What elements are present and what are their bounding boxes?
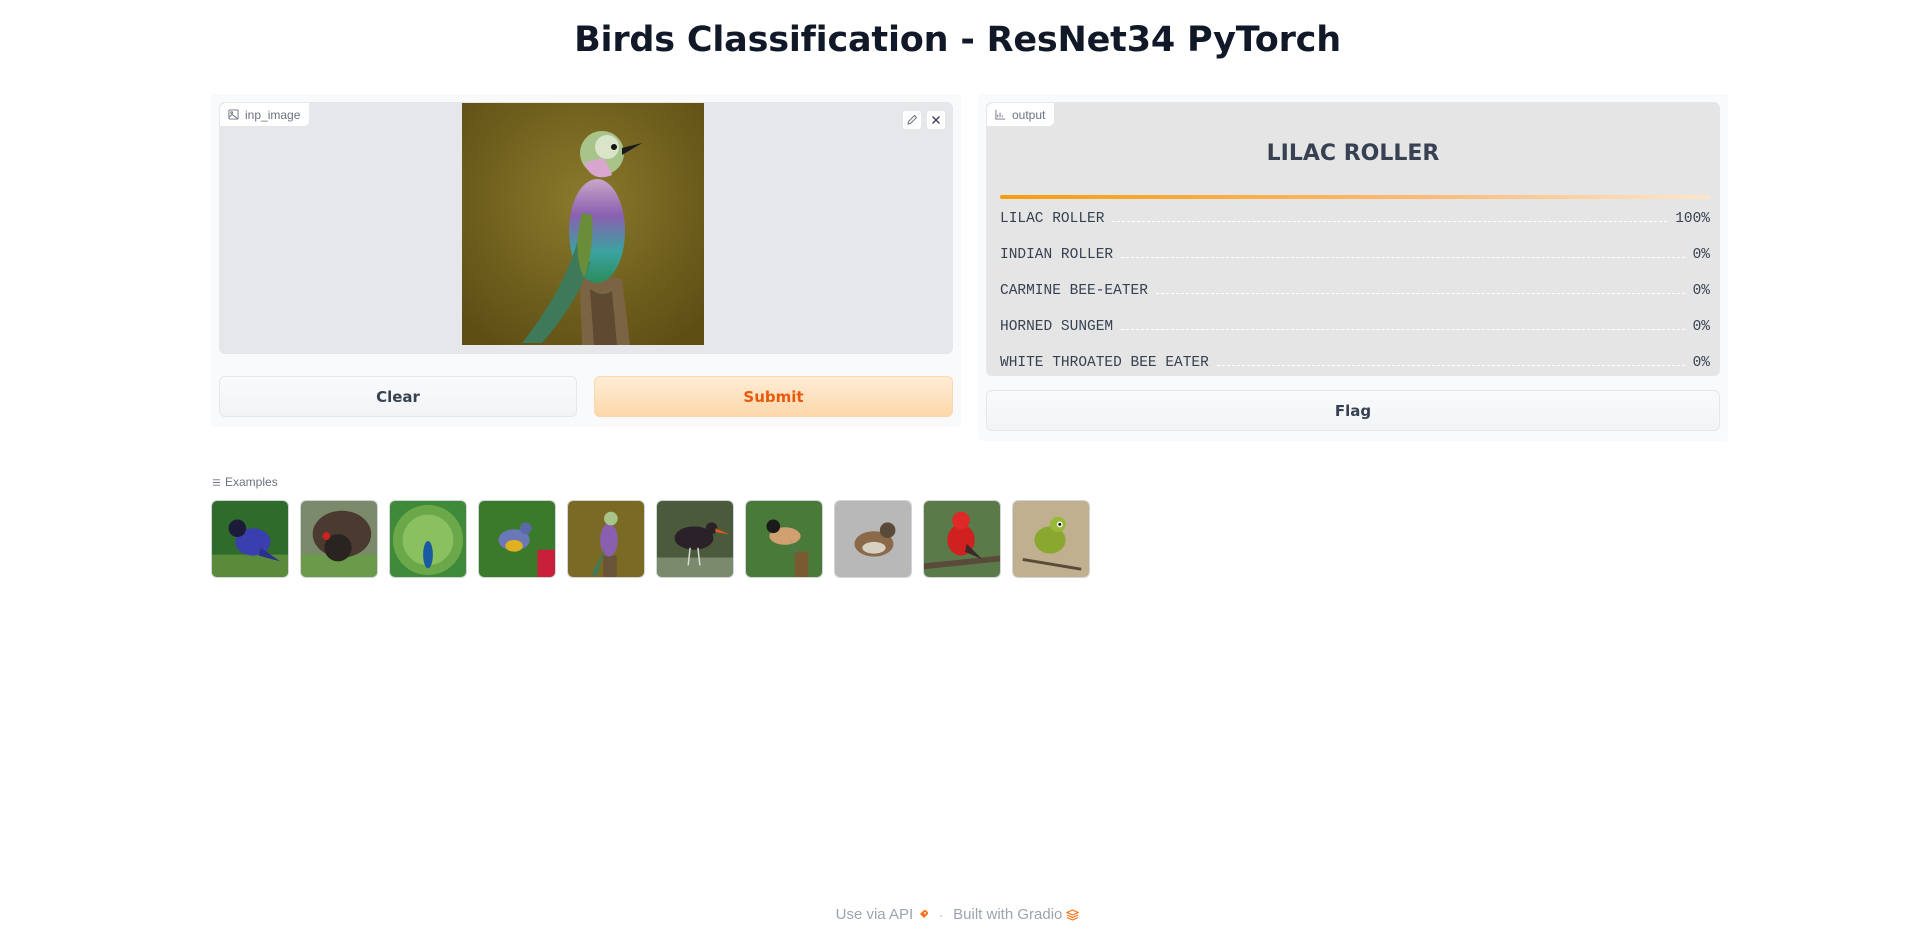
confidence-value: 100% xyxy=(1675,211,1710,227)
confidence-value: 0% xyxy=(1692,247,1710,263)
bird-thumbnail-image xyxy=(390,501,466,577)
input-image-label-text: inp_image xyxy=(245,107,301,122)
bird-thumbnail-image xyxy=(657,501,733,577)
examples-gallery xyxy=(211,500,1090,578)
bird-thumbnail-image xyxy=(835,501,911,577)
output-panel: output LILAC ROLLER LILAC ROLLER 100% IN… xyxy=(978,94,1728,441)
example-thumbnail[interactable] xyxy=(389,500,467,578)
example-thumbnail[interactable] xyxy=(300,500,378,578)
use-via-api-link[interactable]: Use via API xyxy=(836,906,930,923)
confidence-row[interactable]: WHITE THROATED BEE EATER 0% xyxy=(1000,345,1710,381)
bird-thumbnail-image xyxy=(1013,501,1089,577)
rocket-icon xyxy=(920,909,929,918)
built-with-gradio-link[interactable]: Built with Gradio xyxy=(953,906,1080,923)
bird-thumbnail-image xyxy=(746,501,822,577)
predicted-label: LILAC ROLLER xyxy=(1266,141,1440,166)
close-icon xyxy=(932,116,940,124)
clear-button[interactable]: Clear xyxy=(219,376,577,417)
image-icon xyxy=(228,109,239,120)
list-icon xyxy=(212,478,221,486)
example-thumbnail[interactable] xyxy=(478,500,556,578)
confidence-label: INDIAN ROLLER xyxy=(1000,247,1114,263)
confidence-value: 0% xyxy=(1692,355,1710,371)
page-title: Birds Classification - ResNet34 PyTorch xyxy=(574,20,1341,60)
confidence-label: WHITE THROATED BEE EATER xyxy=(1000,355,1209,371)
example-thumbnail[interactable] xyxy=(923,500,1001,578)
confidence-value: 0% xyxy=(1692,319,1710,335)
remove-image-button[interactable] xyxy=(926,110,946,130)
bird-thumbnail-image xyxy=(479,501,555,577)
output-label: output xyxy=(987,103,1056,127)
confidence-list: LILAC ROLLER 100% INDIAN ROLLER 0% CARMI… xyxy=(1000,201,1710,381)
submit-button[interactable]: Submit xyxy=(594,376,953,417)
confidence-label: CARMINE BEE-EATER xyxy=(1000,283,1148,299)
input-image-label: inp_image xyxy=(220,103,311,127)
bird-thumbnail-image xyxy=(924,501,1000,577)
chart-icon xyxy=(995,109,1006,120)
label-output: output LILAC ROLLER LILAC ROLLER 100% IN… xyxy=(986,102,1720,376)
confidence-value: 0% xyxy=(1692,283,1710,299)
bird-thumbnail-image xyxy=(301,501,377,577)
footer-separator: · xyxy=(939,907,944,922)
image-upload-area[interactable]: inp_image xyxy=(219,102,953,354)
confidence-row[interactable]: CARMINE BEE-EATER 0% xyxy=(1000,273,1710,309)
pencil-icon xyxy=(907,114,918,125)
confidence-label: HORNED SUNGEM xyxy=(1000,319,1114,335)
edit-image-button[interactable] xyxy=(902,110,922,130)
uploaded-bird-image xyxy=(462,103,704,345)
example-thumbnail[interactable] xyxy=(1012,500,1090,578)
example-thumbnail[interactable] xyxy=(567,500,645,578)
example-thumbnail[interactable] xyxy=(745,500,823,578)
bird-thumbnail-image xyxy=(212,501,288,577)
output-label-text: output xyxy=(1012,107,1046,122)
top-confidence-bar xyxy=(1000,195,1710,199)
flag-button[interactable]: Flag xyxy=(986,390,1720,431)
confidence-row[interactable]: INDIAN ROLLER 0% xyxy=(1000,237,1710,273)
input-panel: inp_image Clear Submit xyxy=(211,94,961,427)
confidence-row[interactable]: LILAC ROLLER 100% xyxy=(1000,201,1710,237)
gradio-logo-icon xyxy=(1066,908,1080,921)
confidence-label: LILAC ROLLER xyxy=(1000,211,1105,227)
examples-label: Examples xyxy=(212,475,278,489)
footer: Use via API · Built with Gradio xyxy=(0,906,1915,923)
bird-thumbnail-image xyxy=(568,501,644,577)
confidence-row[interactable]: HORNED SUNGEM 0% xyxy=(1000,309,1710,345)
example-thumbnail[interactable] xyxy=(834,500,912,578)
example-thumbnail[interactable] xyxy=(211,500,289,578)
example-thumbnail[interactable] xyxy=(656,500,734,578)
